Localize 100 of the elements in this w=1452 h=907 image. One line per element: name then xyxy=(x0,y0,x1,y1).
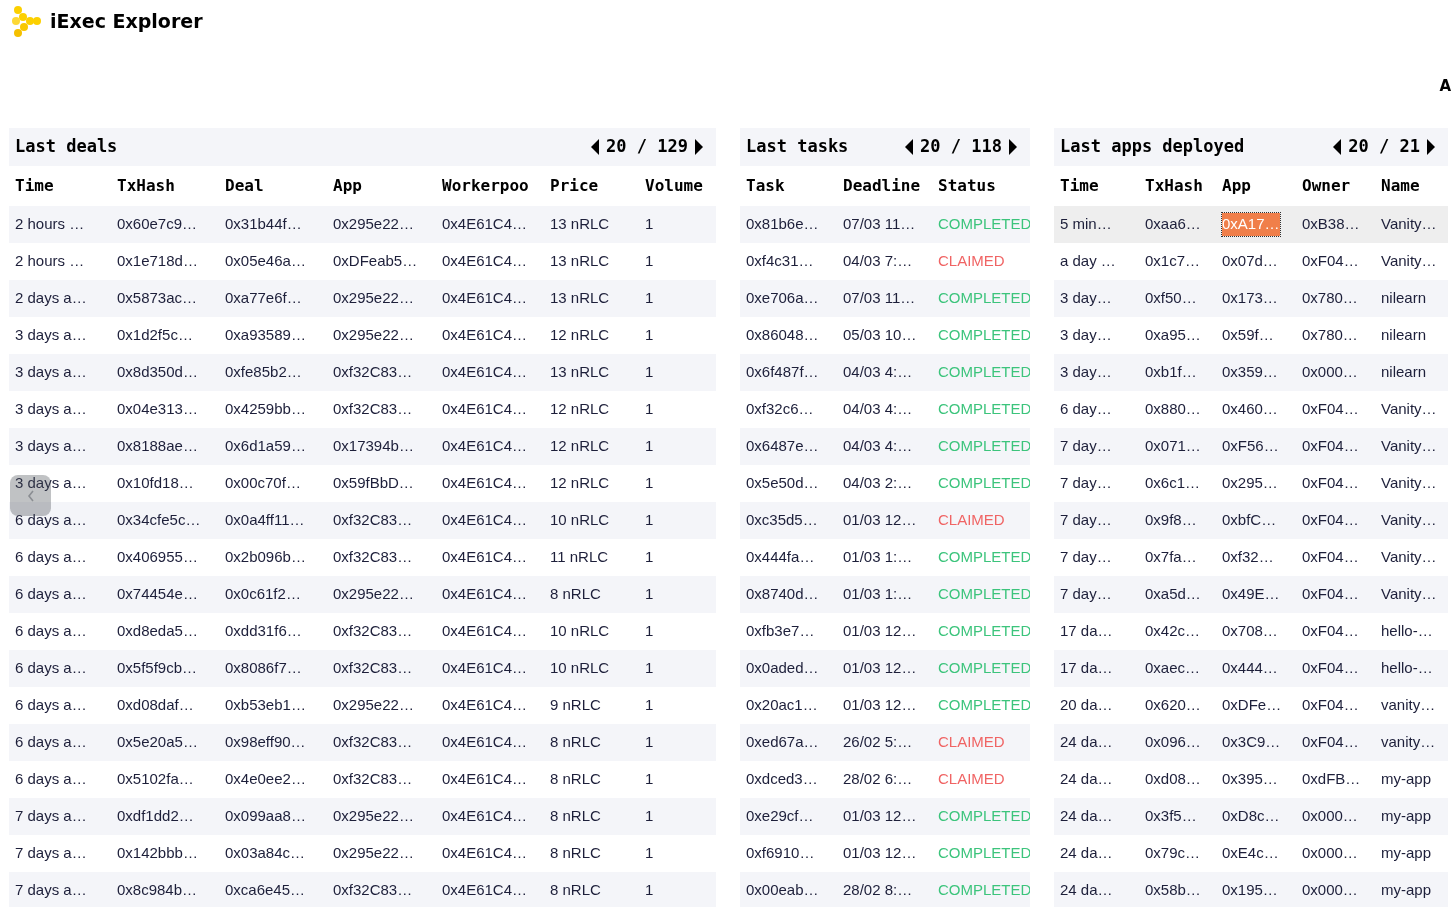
column-header: Name xyxy=(1380,175,1421,197)
table-cell-text: 0xca6e45… xyxy=(225,880,306,901)
table-cell-text: 1 xyxy=(645,362,654,383)
table-cell-text: 0x6c1… xyxy=(1145,473,1201,494)
table-row[interactable]: 3 day… 0xb1f… 0x359… 0x000… nilearn xyxy=(1054,354,1448,391)
table-cell-text: 6 days a… xyxy=(15,621,87,642)
table-cell-text: 0xf32C83… xyxy=(333,621,413,642)
table-cell-text: 0x42c… xyxy=(1145,621,1201,642)
table-cell-text: 10 nRLC xyxy=(550,621,610,642)
table-cell-text: 1 xyxy=(645,473,654,494)
next-page-icon[interactable] xyxy=(1426,139,1436,155)
table-cell-text: 1 xyxy=(645,251,654,272)
table-cell-text: 0x07d… xyxy=(1222,251,1278,272)
table-cell-text: 28/02 8:… xyxy=(843,880,913,901)
page-counter: 20 / 129 xyxy=(606,135,688,159)
table-cell-text: 0xa5d… xyxy=(1145,584,1201,605)
table-cell-text: 04/03 7:… xyxy=(843,251,913,272)
table-cell-text: 1 xyxy=(645,214,654,235)
table-cell-text: 0x98eff90… xyxy=(225,732,306,753)
table-cell-text: hello-… xyxy=(1381,621,1433,642)
table-cell-text: Vanity… xyxy=(1381,510,1437,531)
table-cell-text: 0x4E61C4… xyxy=(442,658,528,679)
table-cell-text: 12 nRLC xyxy=(550,473,610,494)
table-row[interactable]: 24 da… 0x3f5… 0xD8c… 0x000… my-app xyxy=(1054,798,1448,835)
next-page-icon[interactable] xyxy=(1008,139,1018,155)
table-cell-text: 0xF04… xyxy=(1302,436,1359,457)
table-row[interactable]: 17 da… 0xaec… 0x444… 0xF04… hello-… xyxy=(1054,650,1448,687)
table-cell-text: 0x5f5f9cb… xyxy=(117,658,198,679)
table-cell-text: my-app xyxy=(1381,880,1432,901)
table-cell-text: 0x000… xyxy=(1302,843,1358,864)
table-cell-text: 0x6487e… xyxy=(746,436,819,457)
previous-page-icon[interactable] xyxy=(1332,139,1343,155)
table-row[interactable]: 7 day… 0x071… 0xF56… 0xF04… Vanity… xyxy=(1054,428,1448,465)
status-text: COMPLETED xyxy=(938,325,1030,346)
previous-page-icon[interactable] xyxy=(590,139,601,155)
table-cell-text: 8 nRLC xyxy=(550,880,601,901)
table-cell-text: 0x295e22… xyxy=(333,325,414,346)
table-cell-text: 1 xyxy=(645,325,654,346)
table-cell-text: 0xd8eda5… xyxy=(117,621,198,642)
table-row[interactable]: 5 min… 0xaa6… 0xA17… 0xB38… Vanity… xyxy=(1054,206,1448,243)
table-cell-text: 0x0aded… xyxy=(746,658,819,679)
table-cell-text: 6 days a… xyxy=(15,695,87,716)
table-cell-text: 6 days a… xyxy=(15,658,87,679)
table-row[interactable]: 24 da… 0x58b… 0x195… 0x000… my-app xyxy=(1054,872,1448,907)
table-cell-text: 0xF04… xyxy=(1302,732,1359,753)
table-cell-text: 28/02 6:… xyxy=(843,769,913,790)
table-cell-text: 24 da… xyxy=(1060,732,1113,753)
table-cell-text: 0x3C9… xyxy=(1222,732,1281,753)
table-cell-text: 0xf32C83… xyxy=(333,362,413,383)
table-cell-text: 0xf6910… xyxy=(746,843,815,864)
table-cell-text: 13 nRLC xyxy=(550,362,610,383)
table-cell-text: 01/03 12… xyxy=(843,621,917,642)
table-row[interactable]: 24 da… 0x096… 0x3C9… 0xF04… vanity… xyxy=(1054,724,1448,761)
table-cell-text: 3 day… xyxy=(1060,288,1112,309)
table-cell-text: 2 hours … xyxy=(15,214,85,235)
table-cell-text: 6 days a… xyxy=(15,584,87,605)
next-page-icon[interactable] xyxy=(694,139,704,155)
table-row[interactable]: 7 day… 0x9f8… 0xbfC… 0xF04… Vanity… xyxy=(1054,502,1448,539)
table-cell-text: 6 days a… xyxy=(15,732,87,753)
table-cell-text: 0xF04… xyxy=(1302,695,1359,716)
previous-page-icon[interactable] xyxy=(904,139,915,155)
table-cell-text: 0x04e313… xyxy=(117,399,198,420)
table-cell-text: 0x7fa… xyxy=(1145,547,1197,568)
table-cell-text: 0x4E61C4… xyxy=(442,399,528,420)
table-cell-text: 0x4E61C4… xyxy=(442,547,528,568)
table-cell-text: 0x000… xyxy=(1302,880,1358,901)
table-cell-text: 0xb53eb1… xyxy=(225,695,306,716)
table-cell-text: 0x5102fa… xyxy=(117,769,194,790)
table-cell-text: 0x4E61C4… xyxy=(442,584,528,605)
table-cell-text: 7 days a… xyxy=(15,806,87,827)
table-cell-text: 07/03 11… xyxy=(843,214,916,235)
column-header: Deal xyxy=(224,175,265,197)
table-cell-text: 3 days a… xyxy=(15,436,87,457)
status-text: COMPLETED xyxy=(938,399,1030,420)
table-cell-text: 01/03 1:… xyxy=(843,547,913,568)
table-row[interactable]: 3 day… 0xf50… 0x173… 0x780… nilearn xyxy=(1054,280,1448,317)
table-cell-text: 26/02 5:… xyxy=(843,732,913,753)
table-cell-text: 1 xyxy=(645,880,654,901)
table-cell-text: 0x31b44f… xyxy=(225,214,302,235)
table-cell-text: 0xfe85b2… xyxy=(225,362,302,383)
table-cell-text: 0xB38… xyxy=(1302,214,1360,235)
table-row[interactable]: 7 day… 0xa5d… 0x49E… 0xF04… Vanity… xyxy=(1054,576,1448,613)
table-cell-text: 0x59fBbD… xyxy=(333,473,414,494)
table-cell-text: 0x295e22… xyxy=(333,214,414,235)
nav-link[interactable]: A xyxy=(1439,75,1451,98)
table-cell-text: 12 nRLC xyxy=(550,436,610,457)
table-cell-text: 0x20ac1… xyxy=(746,695,818,716)
status-text: COMPLETED xyxy=(938,288,1030,309)
table-cell-text: 3 days a… xyxy=(15,473,87,494)
table-cell-text: 04/03 2:… xyxy=(843,473,913,494)
table-cell-text: 0xa77e6f… xyxy=(225,288,302,309)
status-text: COMPLETED xyxy=(938,547,1030,568)
column-header: Volume xyxy=(644,175,704,197)
table-cell-text: 0xF04… xyxy=(1302,584,1359,605)
table-cell-text: 0x5e20a5… xyxy=(117,732,198,753)
table-cell-text: 0x173… xyxy=(1222,288,1278,309)
table-cell-text: 0x86048… xyxy=(746,325,819,346)
table-cell-text: 0x000… xyxy=(1302,806,1358,827)
table-cell-text: 0x880… xyxy=(1145,399,1201,420)
table-cell-text: 0xf50… xyxy=(1145,288,1197,309)
